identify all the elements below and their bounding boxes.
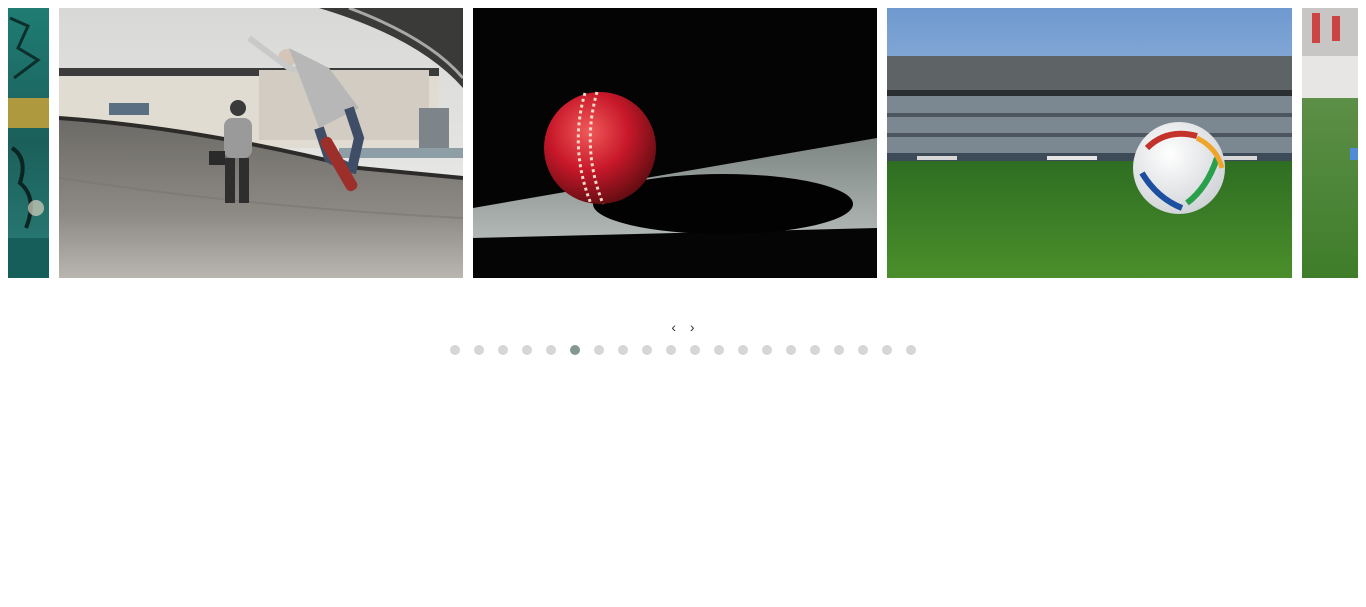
prev-arrow-icon[interactable]: ‹ xyxy=(667,318,681,336)
football-stadium-image xyxy=(887,8,1292,278)
carousel-dot-4[interactable] xyxy=(522,345,532,355)
carousel-dot-18[interactable] xyxy=(858,345,868,355)
slide-graffiti[interactable] xyxy=(8,8,49,278)
carousel-dot-6[interactable] xyxy=(570,345,580,355)
carousel-dot-11[interactable] xyxy=(690,345,700,355)
carousel-dot-19[interactable] xyxy=(882,345,892,355)
carousel-dot-10[interactable] xyxy=(666,345,676,355)
carousel-dot-13[interactable] xyxy=(738,345,748,355)
slide-skatepark[interactable] xyxy=(59,8,463,278)
image-carousel: ‹ › xyxy=(0,0,1366,607)
carousel-dot-14[interactable] xyxy=(762,345,772,355)
carousel-dot-8[interactable] xyxy=(618,345,628,355)
carousel-dot-1[interactable] xyxy=(450,345,460,355)
graffiti-image xyxy=(8,8,49,278)
carousel-dot-12[interactable] xyxy=(714,345,724,355)
carousel-dot-16[interactable] xyxy=(810,345,820,355)
carousel-dot-2[interactable] xyxy=(474,345,484,355)
carousel-dot-9[interactable] xyxy=(642,345,652,355)
carousel-dot-15[interactable] xyxy=(786,345,796,355)
carousel-dot-20[interactable] xyxy=(906,345,916,355)
cricket-ball-image xyxy=(473,8,877,278)
carousel-dot-5[interactable] xyxy=(546,345,556,355)
next-arrow-icon[interactable]: › xyxy=(685,318,699,336)
carousel-dots xyxy=(0,345,1366,357)
skatepark-image xyxy=(59,8,463,278)
carousel-dot-3[interactable] xyxy=(498,345,508,355)
carousel-dot-7[interactable] xyxy=(594,345,604,355)
slide-football-stadium[interactable] xyxy=(887,8,1292,278)
carousel-dot-17[interactable] xyxy=(834,345,844,355)
slide-cricket-ball[interactable] xyxy=(473,8,877,278)
football-pitch-image xyxy=(1302,8,1358,278)
carousel-track[interactable] xyxy=(0,8,1366,278)
slide-football-pitch[interactable] xyxy=(1302,8,1358,278)
carousel-nav: ‹ › xyxy=(0,318,1366,336)
